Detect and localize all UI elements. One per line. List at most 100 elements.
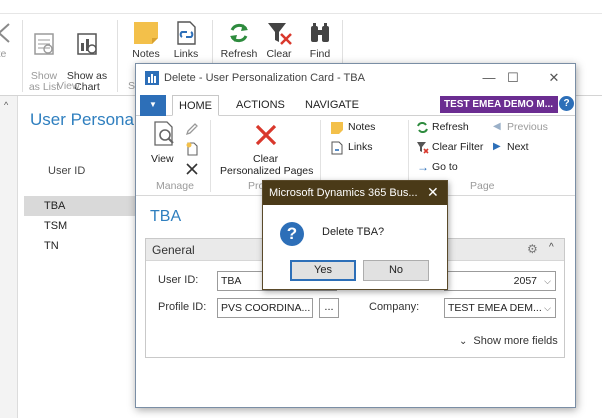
tab-navigate[interactable]: NAVIGATE (299, 95, 365, 116)
background-collapse-pane[interactable]: ^ (0, 96, 18, 418)
language-id-field[interactable]: 2057 ⌵ (444, 271, 556, 291)
notes-icon (134, 22, 158, 44)
profile-id-label: Profile ID: (158, 301, 207, 313)
ribbon-partial-label: te (0, 48, 7, 60)
language-id-value: 2057 (513, 275, 537, 287)
ribbon-separator (210, 120, 211, 192)
delete-icon[interactable] (185, 162, 199, 176)
show-more-fields-link[interactable]: ⌄ Show more fields (459, 335, 558, 347)
general-title: General (152, 243, 195, 257)
ribbon-group-view: View (57, 80, 80, 92)
clear-x-icon (255, 124, 277, 146)
ribbon-separator (117, 20, 118, 92)
question-icon: ? (280, 222, 304, 246)
chart-icon (77, 33, 97, 55)
refresh-label-bg: Refresh (220, 48, 258, 60)
ribbon-group-page: Page (470, 180, 495, 192)
table-row[interactable]: TSM (24, 216, 144, 236)
row-user-id: TSM (44, 220, 68, 232)
card-title: Delete - User Personalization Card - TBA (164, 72, 365, 84)
find-label-bg: Find (309, 48, 331, 60)
clear-personalized-pages-button[interactable]: Personalized Pages (220, 165, 313, 177)
clear-filter-icon (268, 23, 292, 45)
ribbon-group-manage: Manage (156, 180, 194, 192)
company-value: TEST EMEA DEM... (448, 302, 542, 314)
close-button[interactable]: ✕ (541, 68, 567, 88)
arrow-right-icon: → (417, 160, 429, 174)
chevron-up-icon[interactable]: ^ (549, 242, 554, 253)
go-to-button[interactable]: Go to (432, 161, 458, 173)
links-icon (331, 141, 343, 155)
links-button-bg[interactable]: Links (164, 20, 208, 60)
maximize-button[interactable]: ☐ (500, 68, 526, 88)
company-badge[interactable]: TEST EMEA DEMO M... (440, 96, 558, 113)
links-label-bg: Links (173, 48, 199, 60)
notes-icon (331, 122, 343, 134)
app-icon (145, 71, 159, 85)
gears-icon[interactable]: ⚙ (527, 242, 538, 256)
chevron-down-icon: ⌵ (544, 303, 551, 313)
company-label: Company: (369, 301, 420, 313)
refresh-button-bg[interactable]: Refresh (217, 20, 261, 60)
card-heading: TBA (150, 208, 182, 225)
new-icon[interactable] (185, 142, 199, 156)
show-as-list-label: Show as List (28, 70, 60, 93)
view-button[interactable]: View (151, 153, 174, 165)
next-button[interactable]: Next (507, 141, 529, 153)
clear-pages-line1[interactable]: Clear (253, 153, 278, 165)
notes-label-bg: Notes (132, 48, 160, 60)
chevron-down-icon: ⌄ (459, 336, 468, 347)
notes-button[interactable]: Notes (348, 121, 375, 133)
refresh-button[interactable]: Refresh (432, 121, 469, 133)
background-column-user-id[interactable]: User ID (48, 165, 85, 177)
show-more-label: Show more fields (473, 335, 558, 347)
clear-filter-button-bg[interactable]: Clear (257, 20, 301, 60)
view-icon (154, 121, 174, 146)
card-tab-bar: ▼ HOME ACTIONS NAVIGATE TEST EMEA DEMO M… (136, 92, 575, 116)
help-icon[interactable]: ? (559, 96, 574, 111)
find-button-bg[interactable]: Find (298, 20, 342, 60)
row-user-id: TBA (44, 200, 66, 212)
table-row[interactable]: TBA (24, 196, 144, 216)
ribbon-group-partial: S (128, 80, 136, 92)
tab-home[interactable]: HOME (172, 95, 219, 116)
confirm-title: Microsoft Dynamics 365 Bus... (269, 187, 418, 199)
user-id-label: User ID: (158, 274, 199, 286)
no-button[interactable]: No (363, 260, 429, 281)
background-page-title: User Personaliz (30, 110, 150, 129)
confirm-message: Delete TBA? (322, 226, 385, 238)
clear-filter-button[interactable]: Clear Filter (432, 141, 483, 153)
links-icon (177, 21, 196, 45)
profile-lookup-button[interactable]: ... (319, 298, 339, 318)
confirm-title-bar: Microsoft Dynamics 365 Bus... ✕ (263, 181, 447, 205)
yes-button[interactable]: Yes (290, 260, 356, 281)
tab-actions[interactable]: ACTIONS (230, 95, 291, 116)
refresh-icon (230, 23, 248, 43)
previous-button[interactable]: Previous (507, 121, 548, 133)
triangle-down-icon: ▼ (149, 100, 157, 109)
delete-confirm-dialog: Microsoft Dynamics 365 Bus... ✕ ? Delete… (262, 180, 448, 290)
refresh-icon (417, 122, 428, 133)
find-icon (311, 23, 329, 42)
edit-icon[interactable] (185, 122, 199, 136)
close-icon[interactable]: ✕ (427, 184, 439, 201)
row-user-id: TN (44, 240, 59, 252)
clear-filter-icon (417, 142, 429, 154)
clear-filter-label-bg: Clear (266, 48, 292, 60)
background-top-strip (0, 0, 602, 14)
card-title-bar: Delete - User Personalization Card - TBA… (136, 64, 575, 92)
app-menu-button[interactable]: ▼ (140, 95, 166, 116)
company-field[interactable]: TEST EMEA DEM... ⌵ (444, 298, 556, 318)
chevron-up-icon[interactable]: ^ (4, 100, 8, 110)
links-button[interactable]: Links (348, 141, 373, 153)
ribbon-partial-button[interactable]: te (0, 20, 24, 60)
chevron-down-icon: ⌵ (544, 276, 551, 286)
notes-button-bg[interactable]: Notes (124, 20, 168, 60)
minimize-button[interactable]: — (476, 68, 502, 88)
previous-icon: ◀ (493, 121, 501, 132)
list-icon (34, 33, 54, 55)
table-row[interactable]: TN (24, 236, 144, 256)
profile-id-field[interactable]: PVS COORDINA... (217, 298, 313, 318)
next-icon: ▶ (493, 141, 501, 152)
arrow-icon (0, 23, 10, 43)
